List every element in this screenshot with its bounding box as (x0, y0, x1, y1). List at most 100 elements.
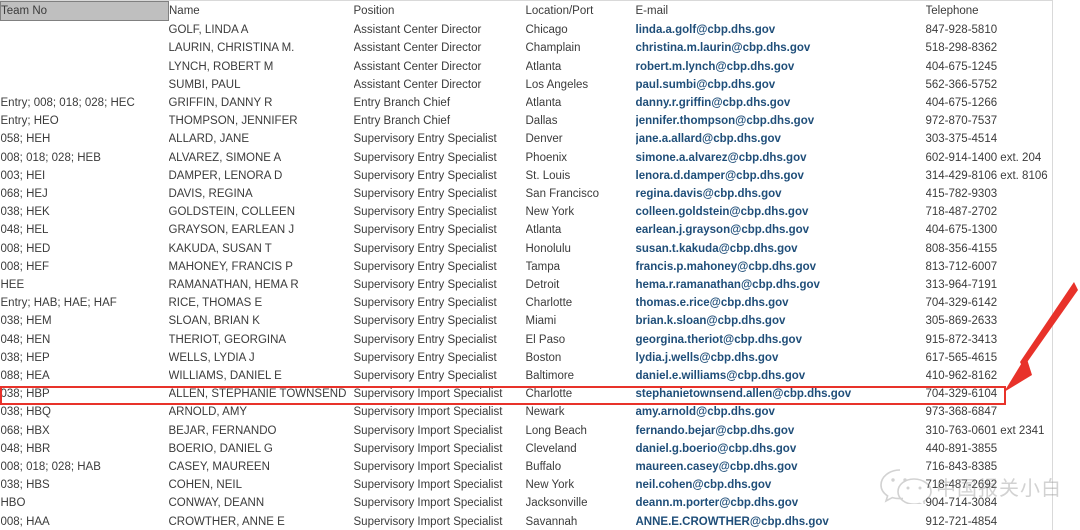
table-row[interactable]: 038; HBS COHEN, NEIL Supervisory Import Sp… (1, 476, 1053, 494)
cell-mail[interactable]: lydia.j.wells@cbp.dhs.gov (636, 349, 926, 367)
cell-name: GRAYSON, EARLEAN J (168, 224, 295, 237)
table-row[interactable]: HBO CONWAY, DEANN Supervisory Import Speci… (1, 494, 1053, 512)
table-row[interactable]: 058; HEH ALLARD, JANE Supervisory Entry Sp… (1, 130, 1053, 148)
cell-tel: 404-675-1300 (925, 224, 998, 237)
cell-mail[interactable]: linda.a.golf@cbp.dhs.gov (636, 21, 926, 40)
cell-loc: Newark (525, 406, 565, 419)
column-header-loc[interactable]: Location/Port (526, 2, 636, 21)
table-row[interactable]: 068; HBX BEJAR, FERNANDO Supervisory Impor… (1, 422, 1053, 440)
cell-mail[interactable]: neil.cohen@cbp.dhs.gov (636, 476, 926, 494)
table-row[interactable]: 008; HAA CROWTHER, ANNE E Supervisory Impo… (1, 513, 1053, 530)
table-row[interactable]: LYNCH, ROBERT M Assistant Center Director… (1, 58, 1053, 76)
cell-name: CROWTHER, ANNE E (168, 515, 285, 528)
table-row[interactable]: GOLF, LINDA A Assistant Center Director Ch… (1, 21, 1053, 40)
cell-team (1, 58, 169, 76)
table-row[interactable]: 038; HEM SLOAN, BRIAN K Supervisory Entry … (1, 312, 1053, 330)
cell-tel: 915-872-3413 (925, 333, 998, 346)
table-row[interactable]: Entry; 008; 018; 028; HEC GRIFFIN, DANNY … (1, 94, 1053, 112)
cell-mail[interactable]: deann.m.porter@cbp.dhs.gov (636, 494, 926, 512)
table-row[interactable]: 008; 018; 028; HAB CASEY, MAUREEN Supervis… (1, 458, 1053, 476)
cell-tel: 313-964-7191 (925, 279, 998, 292)
cell-mail[interactable]: francis.p.mahoney@cbp.dhs.gov (636, 258, 926, 276)
cell-mail[interactable]: earlean.j.grayson@cbp.dhs.gov (636, 221, 926, 239)
table-row[interactable]: 008; 018; 028; HEB ALVAREZ, SIMONE A Super… (1, 149, 1053, 167)
table-row[interactable]: 088; HEA WILLIAMS, DANIEL E Supervisory En… (1, 367, 1053, 385)
table-row[interactable]: 008; HED KAKUDA, SUSAN T Supervisory Entry… (1, 240, 1053, 258)
cell-mail[interactable]: colleen.goldstein@cbp.dhs.gov (636, 203, 926, 221)
cell-loc: Tampa (525, 260, 561, 273)
cell-mail[interactable]: daniel.g.boerio@cbp.dhs.gov (636, 440, 926, 458)
cell-pos: Supervisory Import Specialist (353, 442, 503, 455)
cell-mail[interactable]: stephanietownsend.allen@cbp.dhs.gov (636, 385, 926, 403)
cell-mail[interactable]: hema.r.ramanathan@cbp.dhs.gov (636, 276, 926, 294)
table-row[interactable]: 048; HEL GRAYSON, EARLEAN J Supervisory En… (1, 221, 1053, 239)
cell-mail[interactable]: susan.t.kakuda@cbp.dhs.gov (636, 240, 926, 258)
cell-mail[interactable]: regina.davis@cbp.dhs.gov (636, 185, 926, 203)
table-row[interactable]: 038; HEP WELLS, LYDIA J Supervisory Entry … (1, 349, 1053, 367)
cell-mail[interactable]: daniel.e.williams@cbp.dhs.gov (636, 367, 926, 385)
table-row[interactable]: Entry; HAB; HAE; HAF RICE, THOMAS E Superv… (1, 294, 1053, 312)
cell-team: 068; HEJ (0, 188, 48, 201)
cell-loc: Dallas (525, 115, 558, 128)
cell-team: 038; HBS (0, 479, 50, 492)
cell-mail[interactable]: georgina.theriot@cbp.dhs.gov (636, 331, 926, 349)
cell-pos: Supervisory Entry Specialist (353, 370, 497, 383)
cell-name: GOLF, LINDA A (168, 23, 249, 36)
cell-team: 058; HEH (0, 133, 51, 146)
cell-mail[interactable]: maureen.casey@cbp.dhs.gov (636, 458, 926, 476)
cell-mail[interactable]: thomas.e.rice@cbp.dhs.gov (636, 294, 926, 312)
cell-mail[interactable]: fernando.bejar@cbp.dhs.gov (636, 422, 926, 440)
cell-pos: Assistant Center Director (353, 42, 482, 55)
cell-tel: 808-356-4155 (925, 242, 998, 255)
cell-mail[interactable]: paul.sumbi@cbp.dhs.gov (636, 76, 926, 94)
table-row[interactable]: 038; HBP ALLEN, STEPHANIE TOWNSEND Supervi… (1, 385, 1053, 403)
column-header-mail[interactable]: E-mail (636, 2, 926, 21)
table-row[interactable]: 003; HEI DAMPER, LENORA D Supervisory Entr… (1, 167, 1053, 185)
cell-tel: 912-721-4854 (925, 515, 998, 528)
table-row[interactable]: 008; HEF MAHONEY, FRANCIS P Supervisory En… (1, 258, 1053, 276)
table-row[interactable]: 048; HEN THERIOT, GEORGINA Supervisory Ent… (1, 331, 1053, 349)
cell-tel: 415-782-9303 (925, 188, 998, 201)
cell-tel: 562-366-5752 (925, 78, 998, 91)
cell-mail[interactable]: simone.a.alvarez@cbp.dhs.gov (636, 149, 926, 167)
column-header-team[interactable]: Team No (0, 0, 169, 22)
column-header-pos[interactable]: Position (354, 2, 526, 21)
table-row[interactable]: LAURIN, CHRISTINA M. Assistant Center Dir… (1, 39, 1053, 57)
cell-tel: 704-329-6142 (925, 297, 998, 310)
cell-team: HBO (0, 497, 26, 510)
cell-mail[interactable]: robert.m.lynch@cbp.dhs.gov (636, 58, 926, 76)
table-row[interactable]: SUMBI, PAUL Assistant Center Director Los … (1, 76, 1053, 94)
cell-pos: Supervisory Entry Specialist (353, 188, 497, 201)
cell-loc: Atlanta (525, 60, 562, 73)
table-row[interactable]: 048; HBR BOERIO, DANIEL G Supervisory Impo… (1, 440, 1053, 458)
cell-pos: Entry Branch Chief (353, 97, 451, 109)
cell-mail[interactable]: brian.k.sloan@cbp.dhs.gov (636, 312, 926, 330)
cell-tel: 310-763-0601 ext 2341 (925, 424, 1045, 437)
cell-mail[interactable]: lenora.d.damper@cbp.dhs.gov (636, 167, 926, 185)
column-header-name[interactable]: Name (169, 2, 354, 21)
cell-tel: 440-891-3855 (925, 442, 998, 455)
cell-tel: 410-962-8162 (925, 370, 998, 383)
table-row[interactable]: Entry; HEO THOMPSON, JENNIFER Entry Branch… (1, 112, 1053, 130)
cell-mail[interactable]: jane.a.allard@cbp.dhs.gov (636, 130, 926, 148)
cell-team: 038; HBQ (0, 406, 52, 419)
cell-mail[interactable]: ANNE.E.CROWTHER@cbp.dhs.gov (636, 513, 926, 530)
cell-mail[interactable]: jennifer.thompson@cbp.dhs.gov (636, 112, 926, 130)
cell-name: LYNCH, ROBERT M (168, 60, 274, 73)
cell-pos: Supervisory Entry Specialist (353, 351, 497, 364)
cell-team (1, 76, 169, 94)
table-row[interactable]: HEE RAMANATHAN, HEMA R Supervisory Entry S… (1, 276, 1053, 294)
cell-mail[interactable]: danny.r.griffin@cbp.dhs.gov (636, 94, 926, 112)
cell-loc: Long Beach (525, 424, 587, 437)
table-row[interactable]: 038; HBQ ARNOLD, AMY Supervisory Import Sp… (1, 403, 1053, 421)
table-row[interactable]: 068; HEJ DAVIS, REGINA Supervisory Entry S… (1, 185, 1053, 203)
table-row[interactable]: 038; HEK GOLDSTEIN, COLLEEN Supervisory En… (1, 203, 1053, 221)
cell-pos: Supervisory Import Specialist (353, 388, 503, 401)
column-header-tel[interactable]: Telephone (926, 2, 1053, 21)
cell-mail[interactable]: amy.arnold@cbp.dhs.gov (636, 403, 926, 421)
cell-name: SLOAN, BRIAN K (168, 315, 260, 328)
cell-mail[interactable]: christina.m.laurin@cbp.dhs.gov (636, 39, 926, 57)
cell-loc: San Francisco (525, 188, 600, 201)
cell-loc: Detroit (525, 279, 560, 292)
cell-tel: 847-928-5810 (925, 23, 998, 36)
